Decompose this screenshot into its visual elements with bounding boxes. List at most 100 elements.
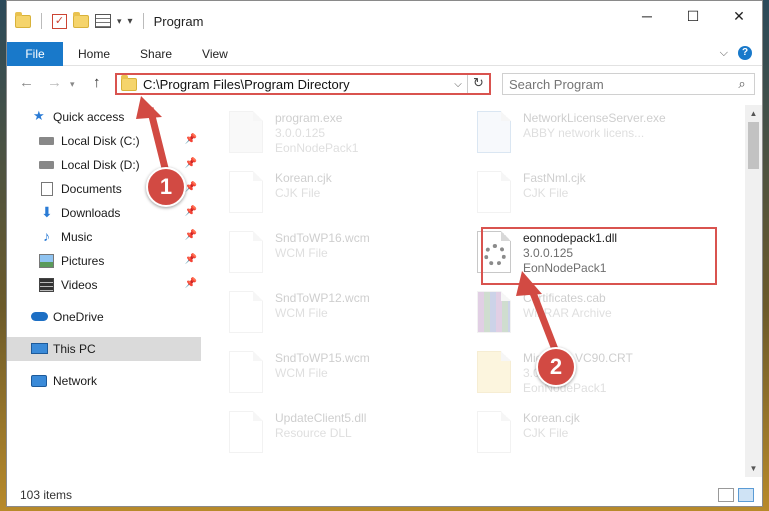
pin-icon[interactable]: 📌 xyxy=(185,278,197,289)
file-item[interactable]: program.exe 3.0.0.125 EonNodePack1 xyxy=(207,107,457,165)
file-name: SndToWP16.wcm xyxy=(275,231,370,245)
pin-icon[interactable]: 📌 xyxy=(185,158,197,169)
sidebar-item-label: Quick access xyxy=(53,110,125,124)
sidebar-item-network[interactable]: Network xyxy=(7,369,201,393)
toolbar-divider xyxy=(41,13,42,29)
details-view-icon[interactable] xyxy=(718,488,734,502)
file-item[interactable]: NetworkLicenseServer.exe ABBY network lic… xyxy=(455,107,705,165)
file-name: program.exe xyxy=(275,111,343,125)
tab-view[interactable]: View xyxy=(187,47,243,61)
file-item[interactable]: Certificates.cab WinRAR Archive xyxy=(455,287,705,345)
file-name: Korean.cjk xyxy=(523,411,580,425)
expand-ribbon-icon[interactable]: ⌵ xyxy=(720,47,728,60)
back-arrow-icon[interactable]: ← xyxy=(19,74,34,91)
file-description: ABBY network licens... xyxy=(523,126,645,140)
folder-icon xyxy=(121,74,137,91)
music-icon: ♪ xyxy=(43,228,50,244)
file-item[interactable]: Korean.cjk CJK File xyxy=(207,167,457,225)
videos-icon xyxy=(39,278,54,292)
file-description: EonNodePack1 xyxy=(523,381,607,395)
sidebar-item-local-disk-c[interactable]: Local Disk (C:) 📌 xyxy=(7,129,201,153)
properties-check-icon[interactable]: ✓ xyxy=(52,13,67,29)
scroll-down-icon[interactable]: ▼ xyxy=(745,460,762,477)
star-icon: ★ xyxy=(33,108,45,123)
sidebar-item-music[interactable]: ♪ Music 📌 xyxy=(7,225,201,249)
file-icon xyxy=(477,171,511,213)
file-item[interactable]: FastNml.cjk CJK File xyxy=(455,167,705,225)
refresh-icon[interactable]: ↻ xyxy=(467,75,489,93)
pin-icon[interactable]: 📌 xyxy=(185,182,197,193)
scroll-up-icon[interactable]: ▲ xyxy=(745,105,762,122)
help-icon[interactable]: ? xyxy=(738,46,752,60)
step-marker-1: 1 xyxy=(146,167,186,207)
chevron-down-icon[interactable]: ⌵ xyxy=(449,79,467,90)
ribbon-tabs: File Home Share View ⌵ ? xyxy=(7,41,762,66)
file-icon xyxy=(229,291,263,333)
up-arrow-icon[interactable]: ↑ xyxy=(93,74,101,91)
search-box[interactable]: ⌕ xyxy=(502,73,755,95)
computer-icon xyxy=(31,343,48,354)
file-name: FastNml.cjk xyxy=(523,171,586,185)
sidebar-item-label: OneDrive xyxy=(53,310,104,324)
exe-file-icon xyxy=(229,111,263,153)
file-type: CJK File xyxy=(523,426,569,440)
file-name: SndToWP15.wcm xyxy=(275,351,370,365)
download-icon: ⬇ xyxy=(41,204,53,220)
file-type: WinRAR Archive xyxy=(523,306,612,320)
navigation-bar: ← → ▾ ↑ C:\Program Files\Program Directo… xyxy=(7,67,762,101)
forward-arrow-icon[interactable]: → xyxy=(47,74,62,91)
file-icon xyxy=(229,231,263,273)
search-input[interactable] xyxy=(509,76,730,92)
pin-icon[interactable]: 📌 xyxy=(185,206,197,217)
file-item[interactable]: UpdateClient5.dll Resource DLL xyxy=(207,407,457,465)
scrollbar-thumb[interactable] xyxy=(748,122,759,169)
file-type: CJK File xyxy=(523,186,569,200)
tab-file[interactable]: File xyxy=(7,41,63,66)
address-bar[interactable]: C:\Program Files\Program Directory ⌵ ↻ xyxy=(115,73,491,95)
step-marker-2: 2 xyxy=(536,347,576,387)
sidebar-item-label: Downloads xyxy=(61,206,121,220)
sidebar-item-label: Documents xyxy=(61,182,122,196)
pin-icon[interactable]: 📌 xyxy=(185,230,197,241)
sidebar-item-quick-access[interactable]: ★ Quick access xyxy=(7,105,201,129)
tiles-view-icon[interactable] xyxy=(738,488,754,502)
file-type: WCM File xyxy=(275,246,328,260)
minimize-button[interactable]: ─ xyxy=(624,1,670,31)
file-item[interactable]: SndToWP16.wcm WCM File xyxy=(207,227,457,285)
file-type: WCM File xyxy=(275,366,328,380)
customize-toolbar-icon[interactable]: ▾ xyxy=(128,16,133,27)
vertical-scrollbar[interactable]: ▲ ▼ xyxy=(745,105,762,477)
search-icon[interactable]: ⌕ xyxy=(730,76,754,92)
file-item[interactable]: SndToWP15.wcm WCM File xyxy=(207,347,457,405)
sidebar-item-this-pc[interactable]: This PC xyxy=(7,337,201,361)
sidebar-item-pictures[interactable]: Pictures 📌 xyxy=(7,249,201,273)
view-options-icon[interactable] xyxy=(95,14,111,28)
folder-icon[interactable] xyxy=(15,11,31,28)
title-bar: ✓ ▾ ▾ Program ─ ☐ ✕ xyxy=(7,1,762,41)
file-item[interactable]: Korean.cjk CJK File xyxy=(455,407,705,465)
pictures-icon xyxy=(39,254,54,268)
dll-file-icon xyxy=(229,411,263,453)
file-name: Certificates.cab xyxy=(523,291,606,305)
file-version: 3.0.0.125 xyxy=(275,126,326,140)
tab-home[interactable]: Home xyxy=(63,47,125,61)
maximize-button[interactable]: ☐ xyxy=(670,1,716,31)
sidebar-item-label: Local Disk (C:) xyxy=(61,134,140,148)
sidebar-item-onedrive[interactable]: OneDrive xyxy=(7,305,201,329)
sidebar-item-label: Music xyxy=(61,230,93,244)
tab-share[interactable]: Share xyxy=(125,47,187,61)
close-button[interactable]: ✕ xyxy=(716,1,762,31)
recent-locations-icon[interactable]: ▾ xyxy=(70,79,75,90)
sidebar-item-label: Local Disk (D:) xyxy=(61,158,140,172)
chevron-down-icon[interactable]: ▾ xyxy=(117,16,122,27)
file-type: WCM File xyxy=(275,306,328,320)
file-item[interactable]: SndToWP12.wcm WCM File xyxy=(207,287,457,345)
address-path[interactable]: C:\Program Files\Program Directory xyxy=(143,77,449,92)
new-folder-icon[interactable] xyxy=(73,11,89,28)
pin-icon[interactable]: 📌 xyxy=(185,254,197,265)
sidebar-item-videos[interactable]: Videos 📌 xyxy=(7,273,201,297)
file-type: CJK File xyxy=(275,186,321,200)
pin-icon[interactable]: 📌 xyxy=(185,134,197,145)
file-item[interactable]: Microsoft.VC90.CRT3.0.0.125EonNodePack1 xyxy=(455,347,705,405)
